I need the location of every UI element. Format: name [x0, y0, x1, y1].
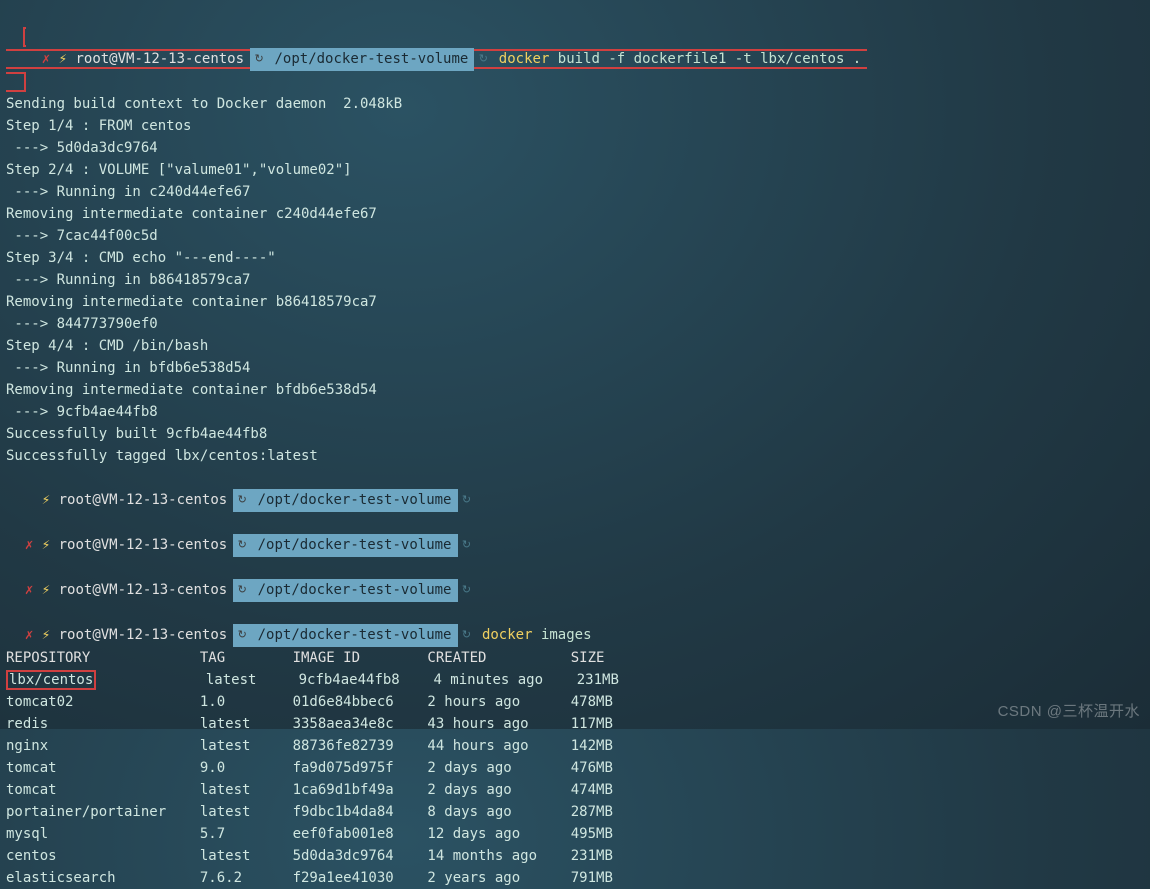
lightning-icon: ⚡ [42, 582, 50, 598]
user-host: root@VM-12-13-centos [59, 582, 228, 598]
prompt-line-3[interactable]: ✗ ⚡ root@VM-12-13-centos ↻ /opt/docker-te… [6, 557, 1144, 602]
output-line: Step 2/4 : VOLUME ["valume01","volume02"… [6, 159, 1144, 181]
refresh-icon: ↻ [460, 624, 474, 646]
cwd-path: /opt/docker-test-volume [258, 537, 452, 553]
output-line: Sending build context to Docker daemon 2… [6, 93, 1144, 115]
cwd-path: /opt/docker-test-volume [258, 627, 452, 643]
x-fail-icon: ✗ [25, 627, 33, 643]
lightning-icon: ⚡ [59, 51, 67, 67]
output-line: Successfully built 9cfb4ae44fb8 [6, 423, 1144, 445]
table-row: nginx latest 88736fe82739 44 hours ago 1… [6, 735, 1144, 757]
table-header: REPOSITORY TAG IMAGE ID CREATED SIZE [6, 647, 1144, 669]
lightning-icon: ⚡ [42, 537, 50, 553]
output-line: Step 3/4 : CMD echo "---end----" [6, 247, 1144, 269]
user-host: root@VM-12-13-centos [75, 51, 244, 67]
x-fail-icon: ✗ [25, 537, 33, 553]
refresh-icon: ↻ [235, 624, 249, 646]
user-host: root@VM-12-13-centos [59, 492, 228, 508]
table-row: elasticsearch 7.6.2 f29a1ee41030 2 years… [6, 867, 1144, 889]
output-line: ---> 7cac44f00c5d [6, 225, 1144, 247]
user-host: root@VM-12-13-centos [59, 627, 228, 643]
table-row: centos latest 5d0da3dc9764 14 months ago… [6, 845, 1144, 867]
lightning-icon: ⚡ [42, 492, 50, 508]
refresh-icon: ↻ [476, 48, 490, 70]
output-line: ---> 5d0da3dc9764 [6, 137, 1144, 159]
prompt-path-segment: ↻ /opt/docker-test-volume [250, 48, 474, 71]
refresh-icon: ↻ [235, 579, 249, 601]
output-line: Step 1/4 : FROM centos [6, 115, 1144, 137]
refresh-icon: ↻ [235, 489, 249, 511]
refresh-icon: ↻ [235, 534, 249, 556]
output-line: ---> 844773790ef0 [6, 313, 1144, 335]
output-line: ---> 9cfb4ae44fb8 [6, 401, 1144, 423]
table-row: mysql 5.7 eef0fab001e8 12 days ago 495MB [6, 823, 1144, 845]
docker-keyword: docker [499, 51, 550, 67]
x-fail-icon: ✗ [25, 582, 33, 598]
table-row: lbx/centos latest 9cfb4ae44fb8 4 minutes… [6, 669, 1144, 691]
command-text: ↻ docker build -f dockerfile1 -t lbx/cen… [474, 48, 867, 71]
refresh-icon: ↻ [460, 579, 474, 601]
lightning-icon: ⚡ [42, 627, 50, 643]
build-args: build -f dockerfile1 -t lbx/centos . [549, 51, 861, 67]
refresh-icon: ↻ [460, 489, 474, 511]
highlight-repo-name: lbx/centos [6, 670, 96, 690]
images-arg: images [533, 627, 592, 643]
table-row: portainer/portainer latest f9dbc1b4da84 … [6, 801, 1144, 823]
output-line: Removing intermediate container b8641857… [6, 291, 1144, 313]
table-row: tomcat 9.0 fa9d075d975f 2 days ago 476MB [6, 757, 1144, 779]
output-line: ---> Running in c240d44efe67 [6, 181, 1144, 203]
output-line: Step 4/4 : CMD /bin/bash [6, 335, 1144, 357]
watermark: CSDN @三杯温开水 [998, 701, 1140, 723]
table-row: tomcat02 1.0 01d6e84bbec6 2 hours ago 47… [6, 691, 1144, 713]
output-line: Removing intermediate container bfdb6e53… [6, 379, 1144, 401]
refresh-icon: ↻ [252, 48, 266, 70]
cwd-path: /opt/docker-test-volume [258, 492, 452, 508]
output-line: ---> Running in bfdb6e538d54 [6, 357, 1144, 379]
docker-keyword: docker [482, 627, 533, 643]
command-line-images[interactable]: ✗ ⚡ root@VM-12-13-centos ↻ /opt/docker-te… [6, 602, 1144, 647]
refresh-icon: ↻ [460, 534, 474, 556]
highlight-build-command: ✗ ⚡ root@VM-12-13-centos↻ /opt/docker-te… [6, 27, 867, 92]
user-host: root@VM-12-13-centos [59, 537, 228, 553]
prompt-status-segment: ✗ ⚡ root@VM-12-13-centos [40, 48, 250, 70]
output-line: Removing intermediate container c240d44e… [6, 203, 1144, 225]
table-row: redis latest 3358aea34e8c 43 hours ago 1… [6, 713, 1144, 735]
output-line: Successfully tagged lbx/centos:latest [6, 445, 1144, 467]
output-line: ---> Running in b86418579ca7 [6, 269, 1144, 291]
x-fail-icon: ✗ [42, 51, 50, 67]
command-line-build[interactable]: ✗ ⚡ root@VM-12-13-centos↻ /opt/docker-te… [6, 4, 1144, 93]
cwd-path: /opt/docker-test-volume [258, 582, 452, 598]
docker-images-table: REPOSITORY TAG IMAGE ID CREATED SIZElbx/… [6, 647, 1144, 889]
build-output: Sending build context to Docker daemon 2… [6, 93, 1144, 467]
table-row: tomcat latest 1ca69d1bf49a 2 days ago 47… [6, 779, 1144, 801]
prompt-line-1[interactable]: ⚡ root@VM-12-13-centos ↻ /opt/docker-test… [6, 467, 1144, 512]
cwd-path: /opt/docker-test-volume [274, 51, 468, 67]
prompt-line-2[interactable]: ✗ ⚡ root@VM-12-13-centos ↻ /opt/docker-te… [6, 512, 1144, 557]
